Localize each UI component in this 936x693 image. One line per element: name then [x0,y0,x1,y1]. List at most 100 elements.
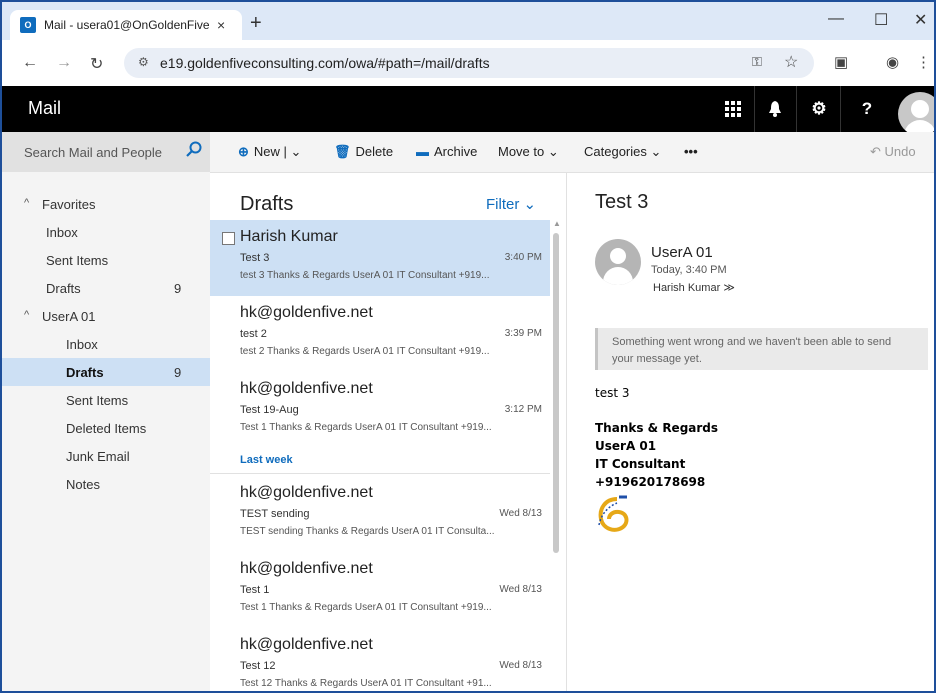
search-mail-box[interactable]: Search Mail and People [2,132,210,172]
signature-line: +919620178698 [595,475,706,489]
bell-icon[interactable] [756,86,794,132]
new-tab-button[interactable]: + [250,12,262,35]
tab-search-icon[interactable]: ▣ [834,53,848,71]
message-sender: hk@goldenfive.net [240,304,373,321]
app-brand[interactable]: Mail [28,98,61,119]
divider [210,473,550,474]
message-sender: hk@goldenfive.net [240,484,373,501]
recipient-name: Harish Kumar [653,282,721,294]
profile-icon[interactable]: ◉ [886,53,899,71]
favorite-inbox[interactable]: Inbox [2,218,210,246]
chevron-up-icon[interactable]: ^ [24,309,29,321]
favorite-drafts[interactable]: Drafts 9 [2,274,210,302]
send-error-banner: Something went wrong and we haven't been… [595,328,928,370]
folder-notes[interactable]: Notes [2,470,210,498]
message-subject: Test 1 [240,584,270,596]
site-info-icon[interactable]: ⚙ [138,55,149,69]
message-subject: Test 19-Aug [240,404,299,416]
message-list: Drafts Filter ⌄ Harish Kumar Test 3 3:40… [210,173,567,691]
signature-line: UserA 01 [595,439,657,453]
message-subject: test 2 [240,328,267,340]
archive-button[interactable]: ▬ Archive [416,144,477,159]
address-bar[interactable]: ⚙ e19.goldenfiveconsulting.com/owa/#path… [124,48,814,78]
search-placeholder: Search Mail and People [24,145,163,160]
message-sender: hk@goldenfive.net [240,636,373,653]
message-item[interactable]: hk@goldenfive.net Test 1 Wed 8/13 Test 1… [210,552,550,628]
new-button[interactable]: ⊕ New | ⌄ [238,144,301,160]
gear-icon[interactable]: ⚙ [800,86,838,132]
url-text: e19.goldenfiveconsulting.com/owa/#path=/… [160,55,490,71]
forward-arrow-icon[interactable]: → [56,54,72,72]
favorites-header[interactable]: ^ Favorites [2,190,210,218]
select-checkbox[interactable] [222,232,235,245]
message-preview: Test 1 Thanks & Regards UserA 01 IT Cons… [240,422,492,433]
message-preview: test 3 Thanks & Regards UserA 01 IT Cons… [240,270,490,281]
sender-avatar[interactable] [595,239,641,285]
menu-kebab-icon[interactable]: ⋮ [916,53,931,71]
browser-tab[interactable]: O Mail - usera01@OnGoldenFive × [10,10,242,40]
message-item[interactable]: hk@goldenfive.net TEST sending Wed 8/13 … [210,476,550,552]
unread-count: 9 [174,281,182,296]
sender-name[interactable]: UserA 01 [651,244,713,261]
message-time: Wed 8/13 [499,660,542,671]
archive-icon: ▬ [416,144,429,159]
unread-count: 9 [174,365,182,380]
outlook-favicon-icon: O [20,17,36,33]
signature-line: IT Consultant [595,457,686,471]
message-subject-title: Test 3 [595,191,649,213]
chevron-up-icon[interactable]: ^ [24,197,29,209]
minimize-button[interactable]: — [828,10,844,28]
message-time: Wed 8/13 [499,584,542,595]
message-item[interactable]: hk@goldenfive.net Test 12 Wed 8/13 Test … [210,628,550,691]
message-preview: Test 1 Thanks & Regards UserA 01 IT Cons… [240,602,492,613]
help-icon[interactable]: ? [848,86,886,132]
categories-button[interactable]: Categories ⌄ [584,144,661,160]
owa-header: Mail ⚙ ? [2,86,934,136]
user-avatar[interactable] [898,92,934,136]
folder-inbox[interactable]: Inbox [2,330,210,358]
group-header-last-week: Last week [240,454,293,466]
message-subject: Test 12 [240,660,276,672]
favorite-sent-items[interactable]: Sent Items [2,246,210,274]
plus-circle-icon: ⊕ [238,144,249,159]
company-logo-icon [598,495,629,532]
message-item[interactable]: hk@goldenfive.net Test 19-Aug 3:12 PM Te… [210,372,550,448]
message-time: Wed 8/13 [499,508,542,519]
expand-chevron-icon[interactable]: ≫ [723,282,735,294]
message-item[interactable]: Harish Kumar Test 3 3:40 PM test 3 Thank… [210,220,550,296]
delete-button[interactable]: 🗑 Delete [334,144,393,160]
undo-icon: ↶ [870,144,885,159]
list-scrollbar[interactable] [553,233,559,553]
folder-deleted-items[interactable]: Deleted Items [2,414,210,442]
recipient-line[interactable]: Harish Kumar ≫ [653,281,735,294]
folder-sent-items[interactable]: Sent Items [2,386,210,414]
bookmark-star-icon[interactable]: ☆ [784,52,798,72]
scroll-up-arrow-icon[interactable]: ▲ [553,219,561,228]
tab-close-icon[interactable]: × [217,17,225,33]
apps-icon[interactable] [714,86,752,132]
back-arrow-icon[interactable]: ← [22,54,38,72]
key-icon[interactable]: ⚿ [752,54,762,70]
command-bar: ⊕ New | ⌄ 🗑 Delete ▬ Archive Move to ⌄ Cate… [210,132,934,173]
filter-button[interactable]: Filter ⌄ [486,195,536,213]
undo-button[interactable]: ↶ Undo [870,144,916,160]
message-item[interactable]: hk@goldenfive.net test 2 3:39 PM test 2 … [210,296,550,372]
folder-junk-email[interactable]: Junk Email [2,442,210,470]
maximize-button[interactable]: ☐ [874,10,888,30]
message-sender: hk@goldenfive.net [240,560,373,577]
message-subject: Test 3 [240,252,270,264]
account-header[interactable]: ^ UserA 01 [2,302,210,330]
message-time: 3:40 PM [504,252,542,263]
message-time: 3:12 PM [504,404,542,415]
folder-drafts[interactable]: Drafts 9 [2,358,210,386]
move-to-button[interactable]: Move to ⌄ [498,144,559,160]
signature-line: Thanks & Regards [595,421,719,435]
search-icon[interactable] [186,141,202,162]
reload-icon[interactable]: ↻ [90,54,103,74]
message-time: 3:39 PM [504,328,542,339]
more-actions-button[interactable]: ••• [684,144,698,159]
tab-strip: O Mail - usera01@OnGoldenFive × + — ☐ ✕ [2,2,934,40]
close-window-button[interactable]: ✕ [914,10,927,30]
message-body: test 3 [595,386,630,400]
send-error-text: Something went wrong and we haven't been… [612,336,892,365]
